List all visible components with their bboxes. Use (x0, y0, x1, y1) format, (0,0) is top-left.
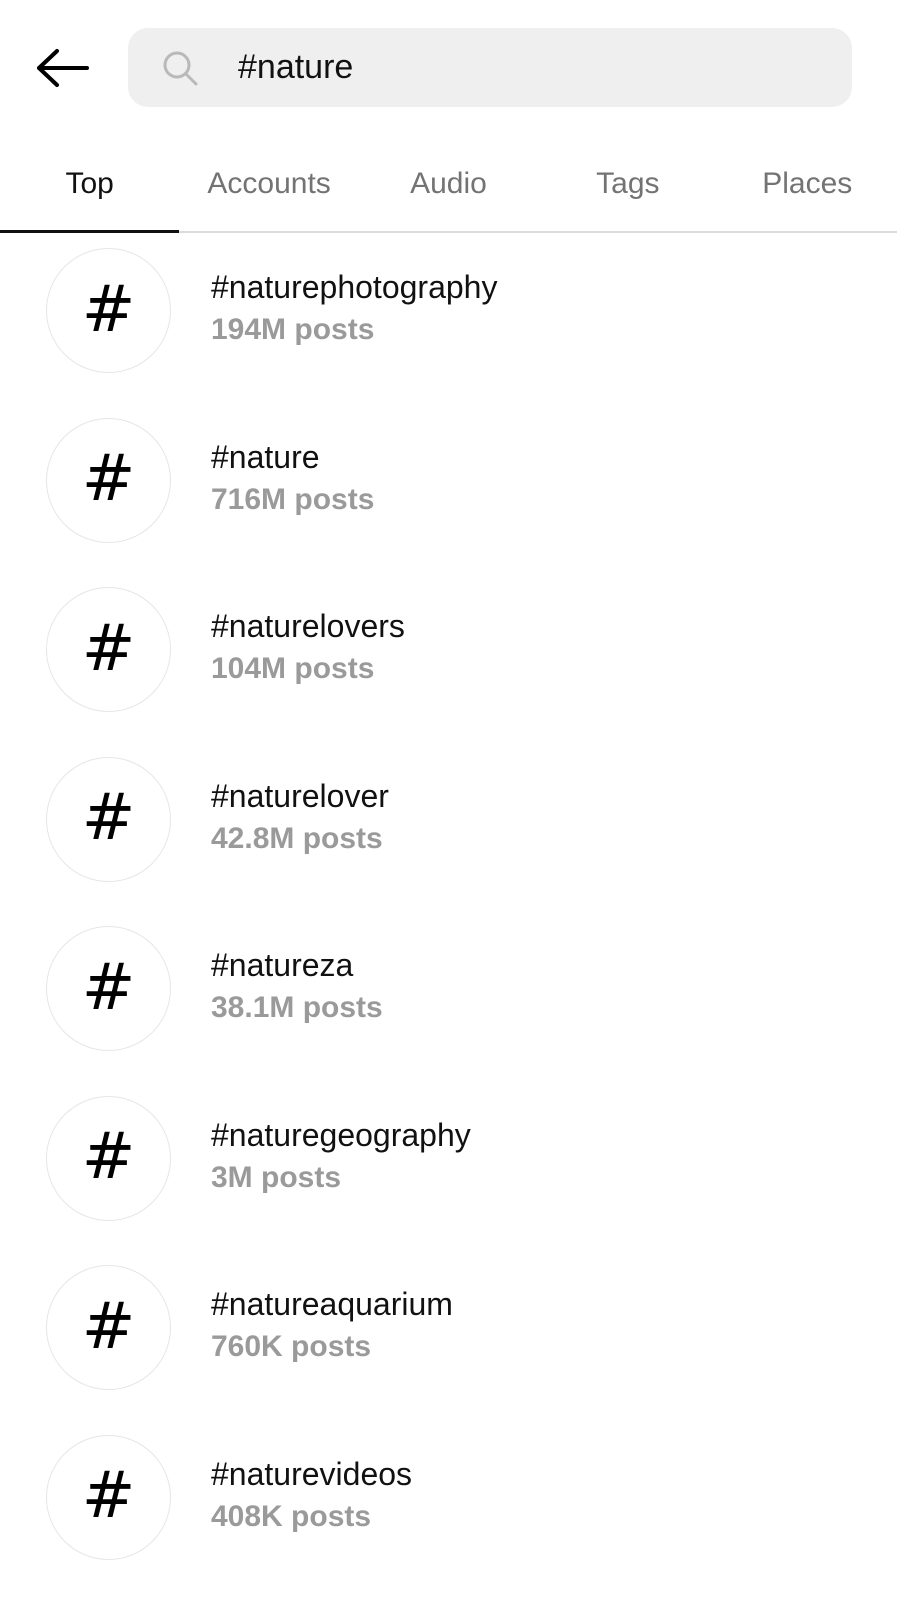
hashtag-icon: # (81, 1459, 136, 1533)
hashtag-name: #natureza (211, 947, 354, 983)
hashtag-post-count: 408K posts (211, 1499, 372, 1533)
search-bar[interactable]: #nature (128, 28, 852, 107)
hashtag-post-count: 42.8M posts (211, 821, 383, 855)
tab-top[interactable]: Top (0, 136, 180, 233)
hashtag-result-item[interactable]: # #nature 716M posts (0, 403, 897, 573)
hashtag-icon: # (81, 1289, 136, 1364)
hashtag-name: #nature (211, 438, 320, 475)
hashtag-post-count: 716M posts (211, 482, 375, 516)
hashtag-avatar: # (46, 587, 171, 712)
hashtag-post-count: 194M posts (211, 313, 375, 346)
hashtag-avatar: # (46, 417, 171, 543)
tab-places[interactable]: Places (718, 136, 897, 231)
tab-audio[interactable]: Audio (359, 136, 538, 231)
hashtag-icon: # (81, 1120, 136, 1194)
hashtag-post-count: 38.1M posts (211, 991, 383, 1024)
hashtag-name: #naturephotography (211, 269, 498, 305)
hashtag-avatar: # (46, 1434, 171, 1560)
hashtag-avatar: # (46, 1095, 171, 1221)
hashtag-result-item[interactable]: # #naturelovers 104M posts (0, 572, 897, 742)
search-input[interactable]: #nature (238, 28, 353, 107)
hashtag-post-count: 3M posts (211, 1160, 342, 1194)
hashtag-icon: # (81, 611, 136, 686)
hashtag-name: #naturelover (211, 777, 389, 814)
search-header: #nature (0, 0, 897, 136)
hashtag-avatar: # (46, 1265, 171, 1390)
hashtag-avatar: # (46, 248, 171, 373)
hashtag-icon: # (81, 272, 136, 347)
hashtag-name: #naturevideos (211, 1455, 413, 1492)
hashtag-result-item[interactable]: # #natureza 38.1M posts (0, 911, 897, 1081)
hashtag-result-item[interactable]: # #natureaquarium 760K posts (0, 1250, 897, 1420)
arrow-left-icon (37, 49, 89, 87)
hashtag-avatar: # (46, 926, 171, 1051)
tab-accounts[interactable]: Accounts (179, 136, 358, 231)
search-tabs: Top Accounts Audio Tags Places (0, 136, 897, 233)
hashtag-result-item[interactable]: # #naturelover 42.8M posts (0, 742, 897, 912)
back-button[interactable] (30, 42, 94, 94)
hashtag-result-item[interactable]: # #naturephotography 194M posts (0, 233, 897, 403)
hashtag-name: #naturegeography (211, 1116, 471, 1153)
tab-tags[interactable]: Tags (538, 136, 717, 231)
hashtag-name: #naturelovers (211, 608, 405, 644)
search-icon (163, 51, 198, 86)
hashtag-avatar: # (46, 756, 171, 882)
hashtag-icon: # (81, 950, 136, 1025)
hashtag-result-item[interactable]: # #naturevideos 408K posts (0, 1420, 897, 1590)
hashtag-name: #natureaquarium (211, 1286, 453, 1322)
hashtag-post-count: 760K posts (211, 1330, 372, 1363)
hashtag-result-item[interactable]: # #naturegeography 3M posts (0, 1081, 897, 1251)
hashtag-icon: # (81, 781, 136, 855)
hashtag-icon: # (81, 442, 136, 516)
hashtag-post-count: 104M posts (211, 652, 375, 685)
hashtag-results-list: # #naturephotography 194M posts # #natur… (0, 233, 897, 1589)
